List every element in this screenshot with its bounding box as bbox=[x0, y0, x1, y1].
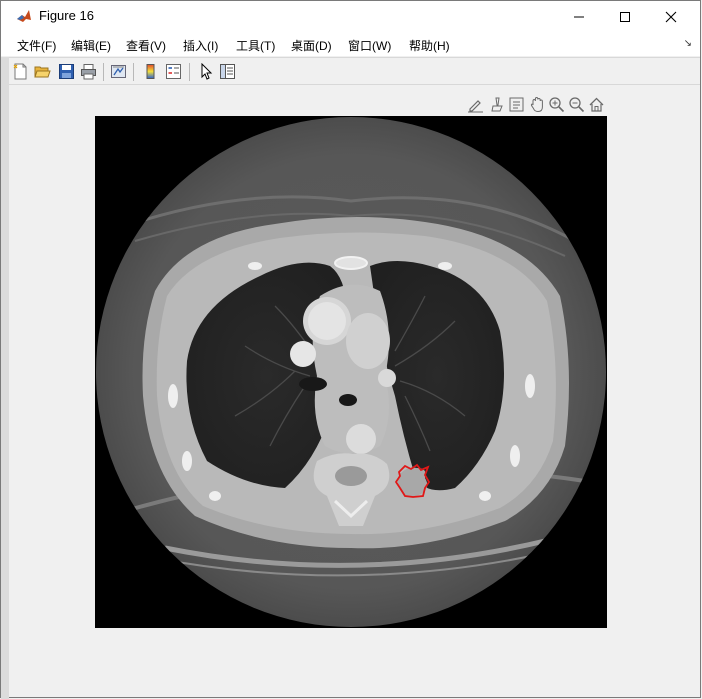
close-button[interactable] bbox=[648, 1, 694, 32]
menu-insert[interactable]: 插入(I) bbox=[183, 37, 218, 54]
window-left-border bbox=[1, 57, 9, 699]
menu-view[interactable]: 查看(V) bbox=[126, 37, 166, 54]
toolbar-separator bbox=[189, 63, 190, 81]
figure-window: Figure 16 文件(F) 编辑(E) 查看(V) 插入(I) 工具(T) … bbox=[0, 0, 701, 699]
minimize-icon bbox=[574, 16, 584, 17]
new-figure-icon[interactable] bbox=[12, 63, 29, 80]
export-icon[interactable] bbox=[467, 96, 484, 113]
save-icon[interactable] bbox=[58, 63, 75, 80]
edit-plot-arrow-icon[interactable] bbox=[197, 63, 214, 80]
legend-icon[interactable] bbox=[165, 63, 182, 80]
link-plot-icon[interactable] bbox=[110, 63, 127, 80]
brush-icon[interactable] bbox=[488, 96, 505, 113]
ct-chest-scan-image bbox=[95, 116, 607, 628]
toolbar-separator bbox=[103, 63, 104, 81]
menubar-dock-arrow-icon[interactable]: ↘ bbox=[684, 38, 692, 49]
property-inspector-icon[interactable] bbox=[219, 63, 236, 80]
data-tips-icon[interactable] bbox=[508, 96, 525, 113]
menu-desktop[interactable]: 桌面(D) bbox=[291, 37, 332, 54]
matlab-logo-icon bbox=[16, 8, 32, 24]
window-title: Figure 16 bbox=[39, 8, 94, 23]
close-icon bbox=[665, 11, 677, 22]
maximize-button[interactable] bbox=[602, 1, 648, 32]
zoom-in-icon[interactable] bbox=[548, 96, 565, 113]
menu-bar: 文件(F) 编辑(E) 查看(V) 插入(I) 工具(T) 桌面(D) 窗口(W… bbox=[1, 32, 700, 56]
title-bar[interactable]: Figure 16 bbox=[1, 1, 700, 32]
menu-help[interactable]: 帮助(H) bbox=[409, 37, 450, 54]
restore-view-home-icon[interactable] bbox=[588, 96, 605, 113]
menu-file[interactable]: 文件(F) bbox=[17, 37, 56, 54]
menu-tools[interactable]: 工具(T) bbox=[236, 37, 275, 54]
menu-edit[interactable]: 编辑(E) bbox=[71, 37, 111, 54]
menu-window[interactable]: 窗口(W) bbox=[348, 37, 391, 54]
maximize-icon bbox=[620, 11, 630, 22]
figure-toolbar bbox=[1, 57, 700, 85]
minimize-button[interactable] bbox=[556, 1, 602, 32]
pan-hand-icon[interactable] bbox=[529, 96, 546, 113]
ct-image-axes[interactable] bbox=[95, 116, 607, 628]
print-icon[interactable] bbox=[80, 63, 97, 80]
colorbar-icon[interactable] bbox=[142, 63, 159, 80]
zoom-out-icon[interactable] bbox=[568, 96, 585, 113]
open-file-icon[interactable] bbox=[34, 63, 51, 80]
toolbar-separator bbox=[133, 63, 134, 81]
